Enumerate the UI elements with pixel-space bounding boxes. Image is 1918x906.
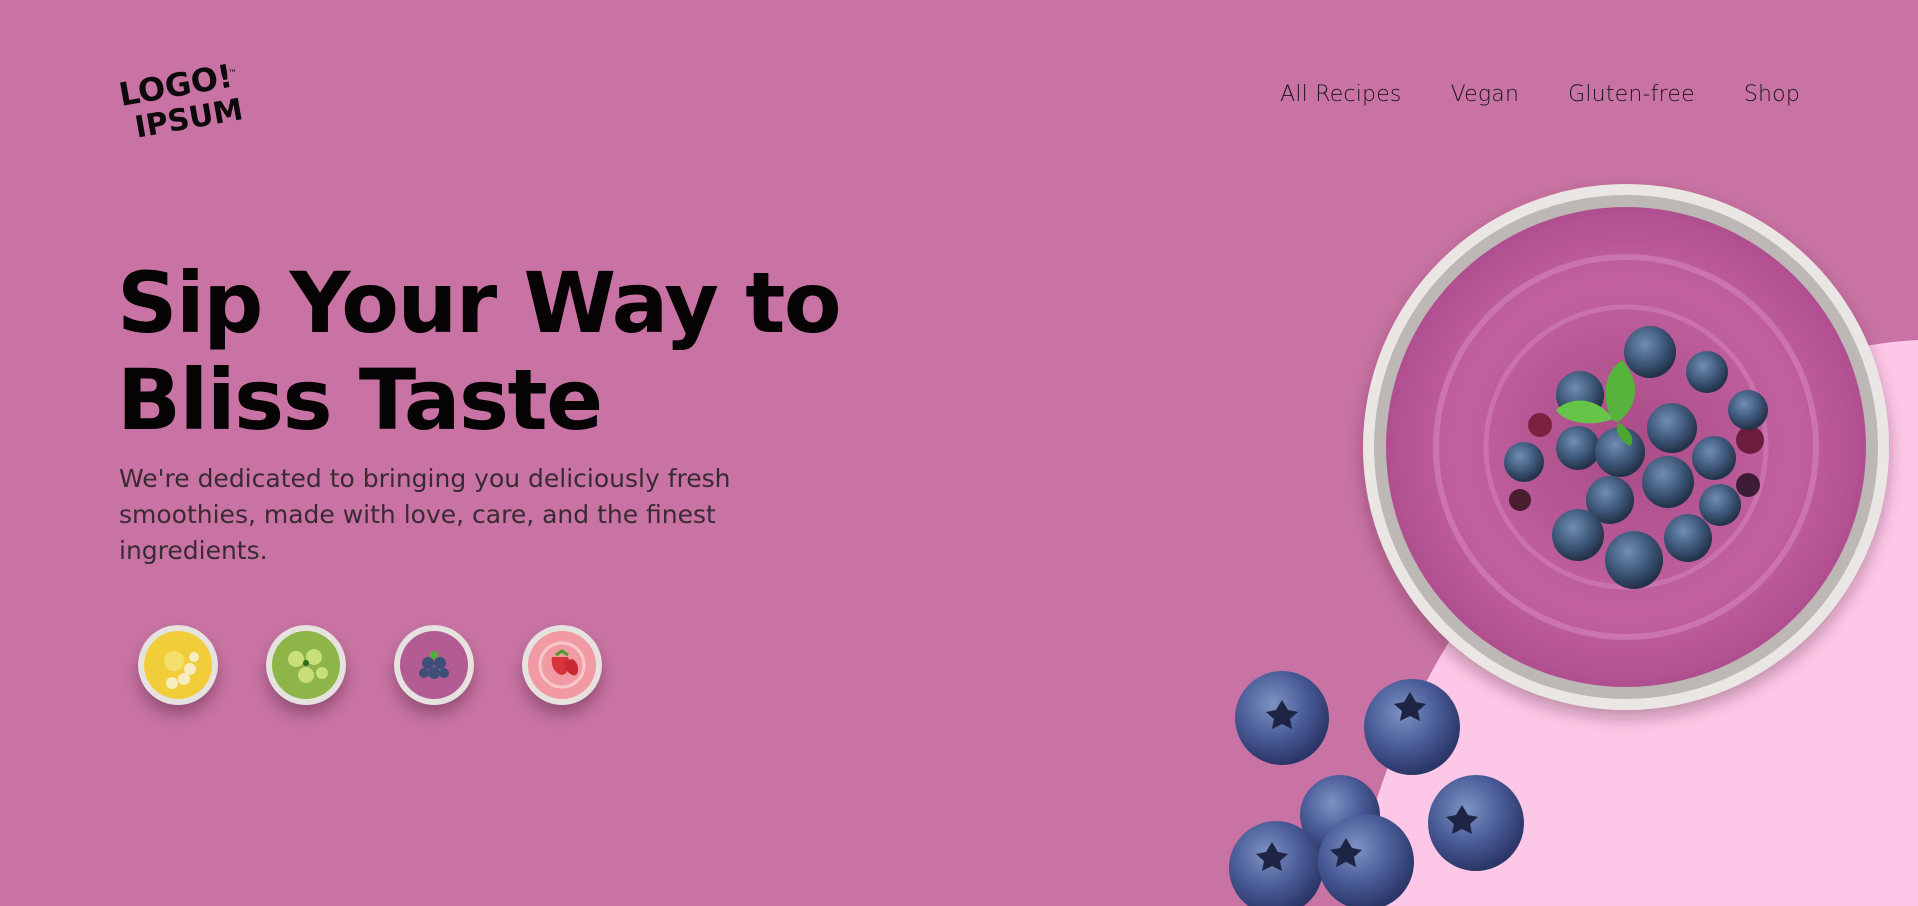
hero-title: Sip Your Way to Bliss Taste (117, 255, 877, 449)
hero-title-line1: Sip Your Way to (117, 254, 842, 352)
svg-text:™: ™ (228, 69, 237, 79)
hero-subtitle-line1: We're dedicated to bringing you deliciou… (119, 464, 731, 493)
hero-subtitle-line3: ingredients. (119, 536, 268, 565)
flavor-kiwi-thumbnail[interactable] (266, 625, 346, 705)
logo[interactable]: LOGO! IPSUM ™ (118, 54, 244, 138)
flavor-blueberry-thumbnail[interactable] (394, 625, 474, 705)
flavor-strawberry-thumbnail[interactable] (522, 625, 602, 705)
smoothie-bowl-image (1363, 184, 1889, 710)
nav-shop[interactable]: Shop (1744, 82, 1800, 107)
nav-vegan[interactable]: Vegan (1451, 82, 1520, 107)
hero-subtitle: We're dedicated to bringing you deliciou… (119, 461, 759, 569)
hero-decoration (1229, 184, 1918, 906)
flavor-banana-thumbnail[interactable] (138, 625, 218, 705)
nav-all-recipes[interactable]: All Recipes (1280, 82, 1401, 107)
flavor-selector (138, 625, 602, 705)
main-nav: All Recipes Vegan Gluten-free Shop (1280, 82, 1800, 107)
hero-subtitle-line2: smoothies, made with love, care, and the… (119, 500, 716, 529)
hero-title-line2: Bliss Taste (117, 351, 603, 449)
nav-gluten-free[interactable]: Gluten-free (1568, 82, 1695, 107)
